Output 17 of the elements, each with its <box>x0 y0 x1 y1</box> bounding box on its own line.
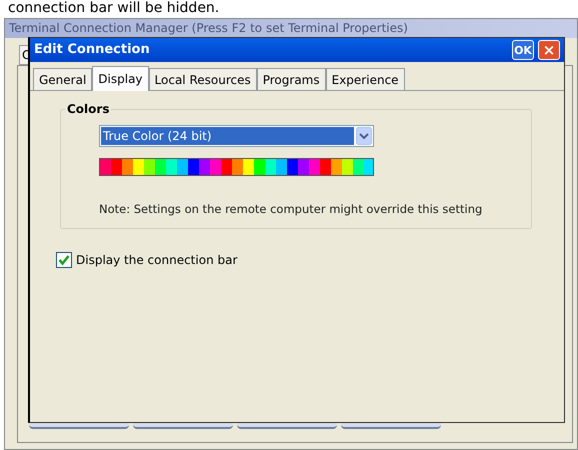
checkbox[interactable] <box>56 252 72 268</box>
tab[interactable]: Programs <box>256 68 326 90</box>
ok-button[interactable]: OK <box>512 40 534 60</box>
tab[interactable]: Local Resources <box>148 68 257 90</box>
dialog-title: Edit Connection <box>34 41 151 60</box>
checkmark-icon <box>58 254 70 266</box>
tab[interactable]: Experience <box>326 68 405 90</box>
close-button[interactable]: × <box>538 40 560 60</box>
chevron-down-icon[interactable] <box>356 127 372 145</box>
caption-text: connection bar will be hidden. <box>8 0 220 17</box>
color-depth-dropdown[interactable]: True Color (24 bit) <box>99 125 374 147</box>
dropdown-value: True Color (24 bit) <box>101 127 354 145</box>
background-window-title: Terminal Connection Manager (Press F2 to set Terminal Properties) <box>5 19 577 38</box>
note-text: Note: Settings on the remote computer might override this setting <box>99 201 482 218</box>
connection-bar-checkbox[interactable]: Display the connection bar <box>56 251 538 269</box>
tab[interactable]: Display <box>92 66 149 91</box>
tab[interactable]: General <box>33 68 92 90</box>
